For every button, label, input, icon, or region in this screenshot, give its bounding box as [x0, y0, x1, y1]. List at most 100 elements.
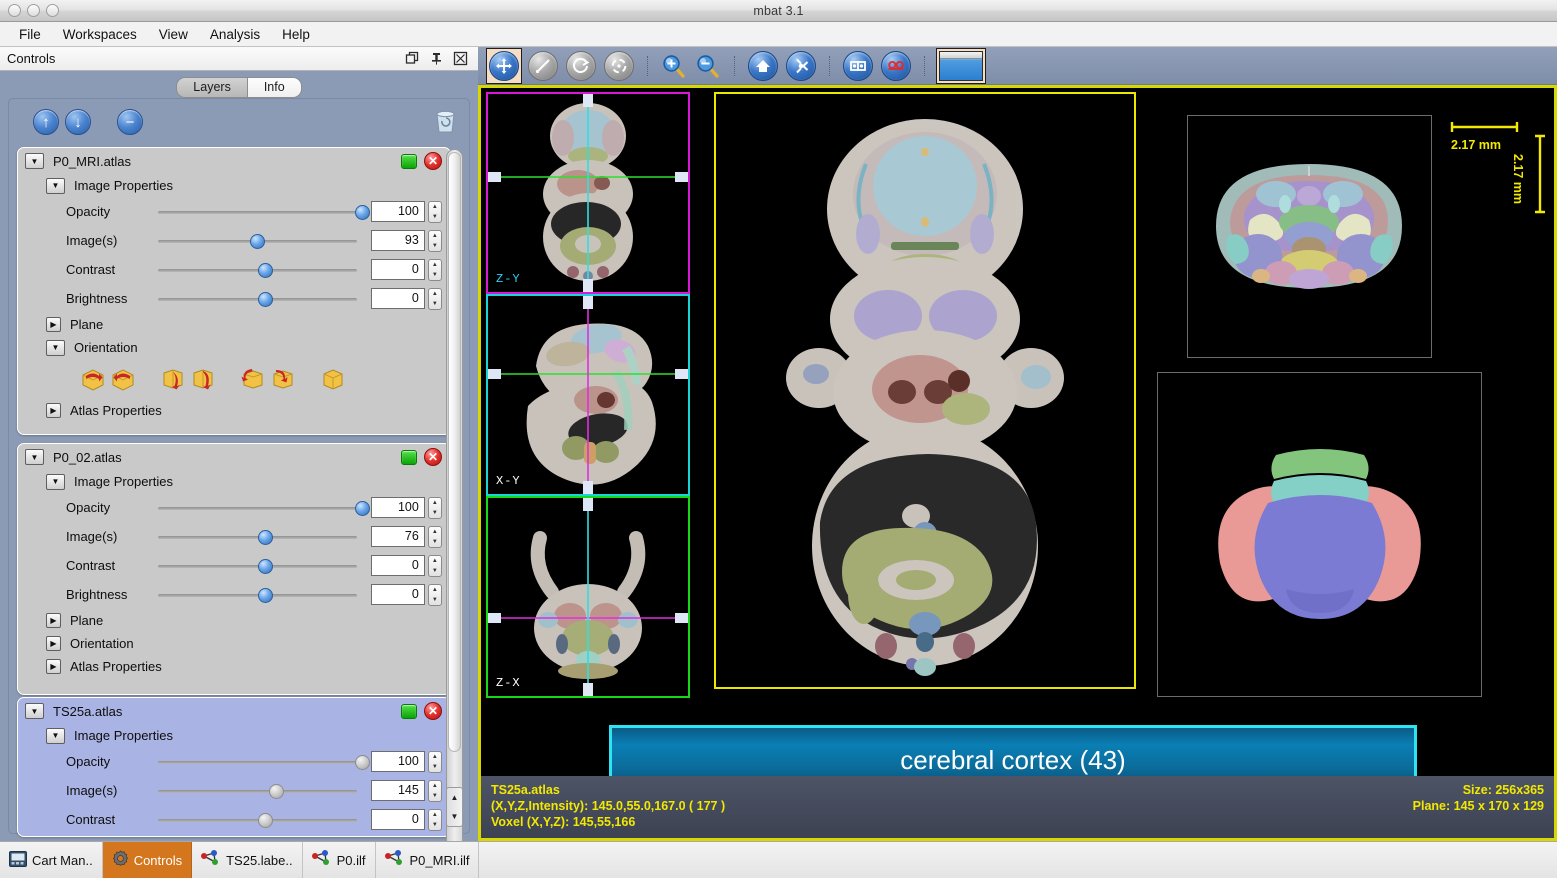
contrast-stepper[interactable]: ▲ ▼ — [427, 258, 442, 281]
rotate-tool-icon[interactable] — [566, 50, 596, 81]
reset-orientation-icon[interactable] — [320, 366, 346, 392]
orientation-section[interactable]: ▶ Orientation — [18, 632, 450, 655]
slider-knob[interactable] — [258, 558, 274, 574]
taskbar-item-p0-ilf[interactable]: P0.ilf — [303, 842, 376, 878]
tab-layers[interactable]: Layers — [176, 76, 248, 98]
layer-header[interactable]: ▼ P0_MRI.atlas ✕ — [18, 148, 450, 174]
orientation-toggle[interactable]: ▶ — [46, 636, 61, 651]
opacity-slider[interactable] — [158, 753, 371, 771]
zoom-out-button[interactable] — [693, 51, 723, 81]
opacity-stepper[interactable]: ▲ ▼ — [427, 200, 442, 223]
opacity-slider[interactable] — [158, 203, 371, 221]
slider-knob[interactable] — [355, 500, 371, 516]
contrast-value[interactable]: 0 — [370, 555, 425, 576]
images-slider[interactable] — [158, 232, 357, 250]
opacity-slider[interactable] — [158, 499, 371, 517]
layer-header[interactable]: ▼ P0_02.atlas ✕ — [18, 444, 450, 470]
rotate-tool-button[interactable] — [564, 49, 598, 83]
pan-tool-button[interactable] — [486, 47, 522, 84]
layer-visibility-indicator[interactable] — [401, 703, 417, 719]
brightness-slider[interactable] — [158, 290, 357, 308]
thumbnail-zy[interactable]: Z-Y — [486, 92, 690, 294]
opacity-stepper[interactable]: ▲ ▼ — [427, 750, 442, 773]
layer-card-p0-mri[interactable]: ▼ P0_MRI.atlas ✕ ▼ Image Properties Opac… — [17, 147, 451, 435]
layer-card-p0-02[interactable]: ▼ P0_02.atlas ✕ ▼ Image Properties Opaci… — [17, 443, 451, 695]
image-properties-section[interactable]: ▼ Image Properties — [18, 174, 450, 197]
images-slider[interactable] — [158, 528, 357, 546]
mirror-y-icon[interactable] — [881, 50, 911, 81]
atlas-properties-toggle[interactable]: ▶ — [46, 659, 61, 674]
contrast-slider[interactable] — [158, 557, 357, 575]
brightness-value[interactable]: 0 — [370, 584, 425, 605]
taskbar-item-controls[interactable]: Controls — [102, 842, 193, 878]
window-layout-icon[interactable] — [939, 50, 983, 81]
atlas-section-view[interactable] — [1187, 115, 1432, 358]
move-layer-down-button[interactable]: ↓ — [65, 109, 91, 135]
slider-knob[interactable] — [258, 587, 274, 603]
thumbnail-zx[interactable]: Z-X — [486, 496, 690, 698]
opacity-stepper[interactable]: ▲ ▼ — [427, 496, 442, 519]
menu-workspaces[interactable]: Workspaces — [52, 25, 148, 44]
scrollbar-arrows[interactable]: ▲ ▼ — [446, 787, 463, 827]
orientation-toggle[interactable]: ▼ — [46, 339, 65, 356]
slider-knob[interactable] — [355, 754, 371, 770]
contrast-value[interactable]: 0 — [370, 809, 425, 830]
opacity-value[interactable]: 100 — [370, 751, 425, 772]
image-properties-section[interactable]: ▼ Image Properties — [18, 470, 450, 493]
brightness-stepper[interactable]: ▲ ▼ — [427, 287, 442, 310]
opacity-value[interactable]: 100 — [370, 497, 425, 518]
menu-file[interactable]: File — [8, 25, 52, 44]
orbit-tool-button[interactable] — [602, 49, 636, 83]
contrast-slider[interactable] — [158, 261, 357, 279]
images-stepper[interactable]: ▲ ▼ — [427, 779, 442, 802]
mirror-y-button[interactable] — [879, 49, 913, 83]
window-layout-button[interactable] — [936, 47, 986, 84]
brightness-stepper[interactable]: ▲ ▼ — [427, 583, 442, 606]
contrast-slider[interactable] — [158, 811, 357, 829]
layer-expand-toggle[interactable]: ▼ — [25, 703, 44, 719]
plane-section[interactable]: ▶ Plane — [18, 609, 450, 632]
image-properties-toggle[interactable]: ▼ — [46, 473, 65, 490]
zoom-in-button[interactable] — [659, 51, 689, 81]
plane-toggle[interactable]: ▶ — [46, 317, 61, 332]
slider-knob[interactable] — [258, 262, 274, 278]
scrollbar-thumb[interactable] — [448, 152, 461, 752]
layer-close-icon[interactable]: ✕ — [424, 152, 442, 170]
images-value[interactable]: 93 — [370, 230, 425, 251]
rotate-y-forward-icon[interactable] — [160, 366, 186, 392]
slider-knob[interactable] — [250, 233, 266, 249]
mirror-x-button[interactable] — [841, 49, 875, 83]
images-value[interactable]: 145 — [370, 780, 425, 801]
atlas-properties-toggle[interactable]: ▶ — [46, 403, 61, 418]
opacity-value[interactable]: 100 — [370, 201, 425, 222]
pan-tool-icon[interactable] — [489, 50, 519, 81]
tab-info[interactable]: Info — [247, 76, 302, 98]
images-stepper[interactable]: ▲ ▼ — [427, 229, 442, 252]
layer-expand-toggle[interactable]: ▼ — [25, 449, 44, 465]
menu-view[interactable]: View — [148, 25, 199, 44]
menu-analysis[interactable]: Analysis — [199, 25, 271, 44]
measure-tool-icon[interactable] — [528, 50, 558, 81]
brightness-slider[interactable] — [158, 586, 357, 604]
images-slider[interactable] — [158, 782, 357, 800]
taskbar-item-cart-manager[interactable]: Cart Man.. — [0, 842, 103, 878]
rotate-z-left-icon[interactable] — [240, 366, 266, 392]
slider-knob[interactable] — [258, 291, 274, 307]
fit-to-window-icon[interactable] — [786, 50, 816, 81]
flip-horizontal-icon[interactable] — [80, 366, 106, 392]
fit-to-window-button[interactable] — [784, 49, 818, 83]
layer-card-ts25a[interactable]: ▼ TS25a.atlas ✕ ▼ Image Properties Opaci… — [17, 697, 451, 837]
atlas-properties-section[interactable]: ▶ Atlas Properties — [18, 399, 450, 422]
images-value[interactable]: 76 — [370, 526, 425, 547]
layer-close-icon[interactable]: ✕ — [424, 448, 442, 466]
orbit-tool-icon[interactable] — [604, 50, 634, 81]
slider-knob[interactable] — [258, 529, 274, 545]
layers-scrollbar[interactable] — [446, 149, 463, 841]
layer-visibility-indicator[interactable] — [401, 153, 417, 169]
close-icon[interactable] — [453, 51, 468, 66]
surface-render-view[interactable] — [1157, 372, 1482, 697]
float-icon[interactable] — [405, 51, 420, 66]
remove-layer-button[interactable]: − — [117, 109, 143, 135]
measure-tool-button[interactable] — [526, 49, 560, 83]
contrast-value[interactable]: 0 — [370, 259, 425, 280]
